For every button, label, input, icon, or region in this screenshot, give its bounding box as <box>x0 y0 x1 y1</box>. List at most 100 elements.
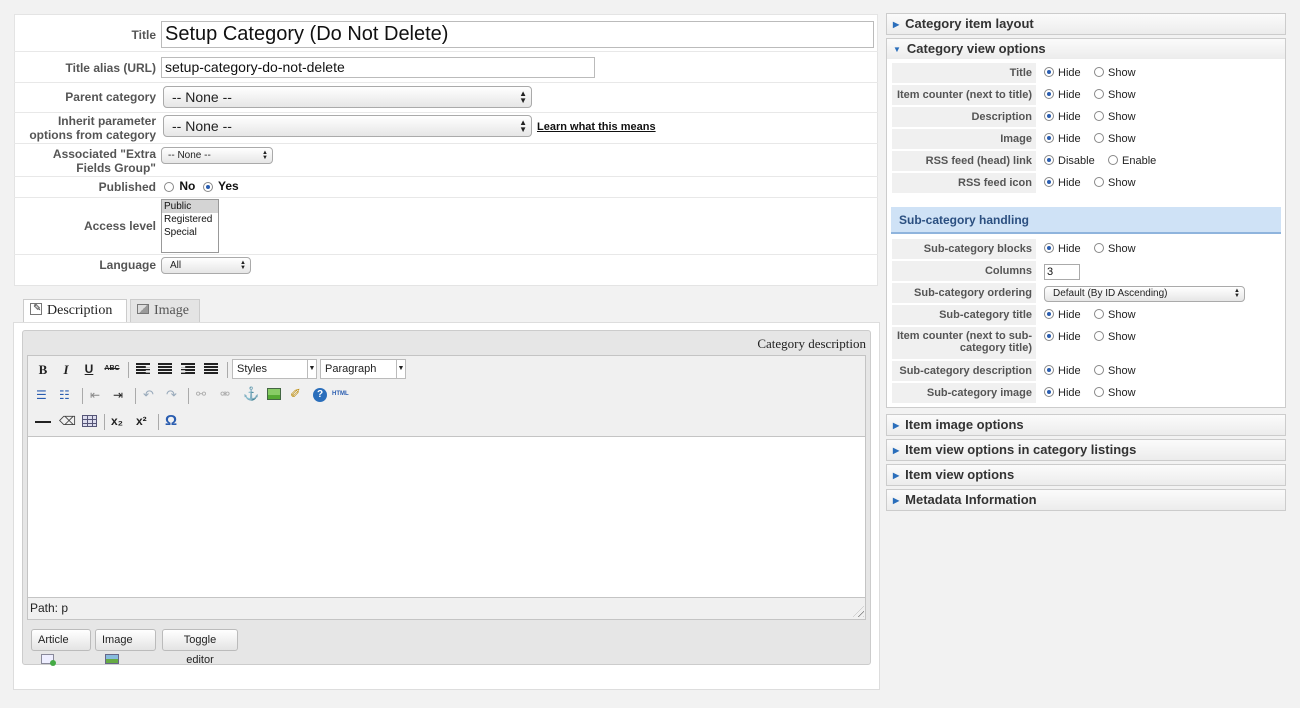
title-label: Title <box>131 28 156 42</box>
radio-label: Hide <box>1058 309 1081 321</box>
language-row: Language All ▲ ▼ <box>14 256 878 276</box>
columns-input[interactable]: 3 <box>1044 264 1080 280</box>
article-button[interactable]: Article <box>31 629 91 666</box>
toolbar-divider <box>158 414 159 430</box>
tab-description[interactable]: ✎ Description <box>23 299 127 323</box>
radio-show[interactable]: Show <box>1094 361 1136 381</box>
alias-input[interactable]: setup-category-do-not-delete <box>161 57 595 78</box>
inherit-select[interactable]: -- None -- ▲ ▼ <box>163 115 532 137</box>
table-icon[interactable] <box>82 415 97 427</box>
radio-hide[interactable]: Hide <box>1044 383 1081 403</box>
published-yes-radio[interactable] <box>202 181 213 192</box>
radio-enable[interactable]: Enable <box>1108 151 1156 171</box>
option-row-ordering: Sub-category ordering Default (By ID Asc… <box>892 283 1280 303</box>
option-label: Item counter (next to sub- category titl… <box>892 327 1036 359</box>
help-icon[interactable]: ? <box>313 388 327 402</box>
accordion-label: Item view options in category listings <box>905 442 1137 457</box>
radio-show[interactable]: Show <box>1094 63 1136 83</box>
radio-hide[interactable]: Hide <box>1044 239 1081 259</box>
radio-show[interactable]: Show <box>1094 239 1136 259</box>
toggle-editor-button[interactable]: Toggle editor <box>162 629 238 666</box>
styles-select[interactable]: Styles ▼ <box>232 359 317 379</box>
align-left-icon[interactable] <box>136 363 150 375</box>
option-label-line2: category title) <box>959 342 1032 354</box>
parent-label: Parent category <box>65 90 156 104</box>
paragraph-select[interactable]: Paragraph ▼ <box>320 359 406 379</box>
parent-category-select[interactable]: -- None -- ▲ ▼ <box>163 86 532 108</box>
special-char-button[interactable]: Ω <box>165 412 177 429</box>
numbered-list-icon[interactable]: ☷ <box>59 389 70 401</box>
select-arrows-icon: ▲ ▼ <box>240 259 246 271</box>
radio-label: Hide <box>1058 365 1081 377</box>
accordion-item-view-options[interactable]: ▶ Item view options <box>886 464 1286 486</box>
radio-hide[interactable]: Hide <box>1044 63 1081 83</box>
superscript-button[interactable]: x² <box>136 414 147 428</box>
align-center-icon[interactable] <box>158 363 172 375</box>
ordering-select[interactable]: Default (By ID Ascending) ▲ ▼ <box>1044 286 1245 302</box>
radio-icon <box>1094 177 1104 187</box>
caret-right-icon: ▶ <box>893 471 900 480</box>
radio-disable[interactable]: Disable <box>1044 151 1095 171</box>
strikethrough-button[interactable]: ABC <box>103 365 121 372</box>
radio-show[interactable]: Show <box>1094 129 1136 149</box>
justify-icon[interactable] <box>204 363 218 375</box>
radio-hide[interactable]: Hide <box>1044 361 1081 381</box>
link-icon[interactable]: ⚯ <box>196 388 206 401</box>
redo-icon[interactable]: ↷ <box>166 388 177 401</box>
radio-show[interactable]: Show <box>1094 85 1136 105</box>
access-option-special[interactable]: Special <box>162 226 218 239</box>
radio-hide[interactable]: Hide <box>1044 85 1081 105</box>
accordion-item-image-options[interactable]: ▶ Item image options <box>886 414 1286 436</box>
toolbar-divider <box>227 362 228 378</box>
indent-icon[interactable]: ⇥ <box>113 389 123 401</box>
extra-label-line1: Associated "Extra <box>52 147 156 161</box>
language-select[interactable]: All ▲ ▼ <box>161 257 251 274</box>
radio-show[interactable]: Show <box>1094 305 1136 325</box>
published-no-radio[interactable] <box>164 181 174 192</box>
horizontal-rule-icon[interactable] <box>35 421 51 423</box>
option-row-sub-counter: Item counter (next to sub- category titl… <box>892 327 1280 359</box>
tab-image[interactable]: Image <box>130 299 200 322</box>
accordion-item-view-listings[interactable]: ▶ Item view options in category listings <box>886 439 1286 461</box>
insert-image-icon[interactable] <box>267 388 281 400</box>
eraser-icon[interactable]: ⌫ <box>59 414 76 428</box>
image-button[interactable]: Image <box>95 629 156 664</box>
radio-show[interactable]: Show <box>1094 173 1136 193</box>
access-option-public[interactable]: Public <box>162 200 218 213</box>
accordion-category-view-options[interactable]: ▼ Category view options <box>886 38 1286 60</box>
radio-label: Hide <box>1058 387 1081 399</box>
radio-hide[interactable]: Hide <box>1044 305 1081 325</box>
underline-button[interactable]: U <box>81 362 97 376</box>
radio-hide[interactable]: Hide <box>1044 327 1081 347</box>
radio-label: Show <box>1108 365 1136 377</box>
html-button[interactable]: HTML <box>332 391 349 397</box>
accordion-metadata[interactable]: ▶ Metadata Information <box>886 489 1286 511</box>
select-arrows-icon: ▲ ▼ <box>1234 288 1240 299</box>
subscript-button[interactable]: x₂ <box>111 414 123 428</box>
access-option-registered[interactable]: Registered <box>162 213 218 226</box>
learn-link[interactable]: Learn what this means <box>537 121 656 133</box>
editor-content-area[interactable] <box>28 436 865 598</box>
italic-button[interactable]: I <box>58 362 74 378</box>
extra-fields-select[interactable]: -- None -- ▲ ▼ <box>161 147 273 164</box>
accordion-category-item-layout[interactable]: ▶ Category item layout <box>886 13 1286 35</box>
radio-show[interactable]: Show <box>1094 383 1136 403</box>
undo-icon[interactable]: ↶ <box>143 388 154 401</box>
radio-hide[interactable]: Hide <box>1044 129 1081 149</box>
radio-show[interactable]: Show <box>1094 327 1136 347</box>
unlink-icon[interactable]: ⚮ <box>220 388 230 401</box>
caret-down-icon: ▼ <box>893 45 901 54</box>
anchor-icon[interactable]: ⚓ <box>243 387 259 401</box>
cleanup-icon[interactable]: ✐ <box>290 387 301 401</box>
access-level-list[interactable]: Public Registered Special <box>161 199 219 253</box>
align-right-icon[interactable] <box>181 363 195 375</box>
bold-button[interactable]: B <box>35 362 51 378</box>
outdent-icon[interactable]: ⇤ <box>90 389 100 401</box>
title-input[interactable]: Setup Category (Do Not Delete) <box>161 21 874 48</box>
toolbar-divider <box>104 414 105 430</box>
bullet-list-icon[interactable]: ☰ <box>36 389 47 401</box>
radio-hide[interactable]: Hide <box>1044 107 1081 127</box>
tab-description-label: Description <box>47 303 113 318</box>
radio-show[interactable]: Show <box>1094 107 1136 127</box>
radio-hide[interactable]: Hide <box>1044 173 1081 193</box>
